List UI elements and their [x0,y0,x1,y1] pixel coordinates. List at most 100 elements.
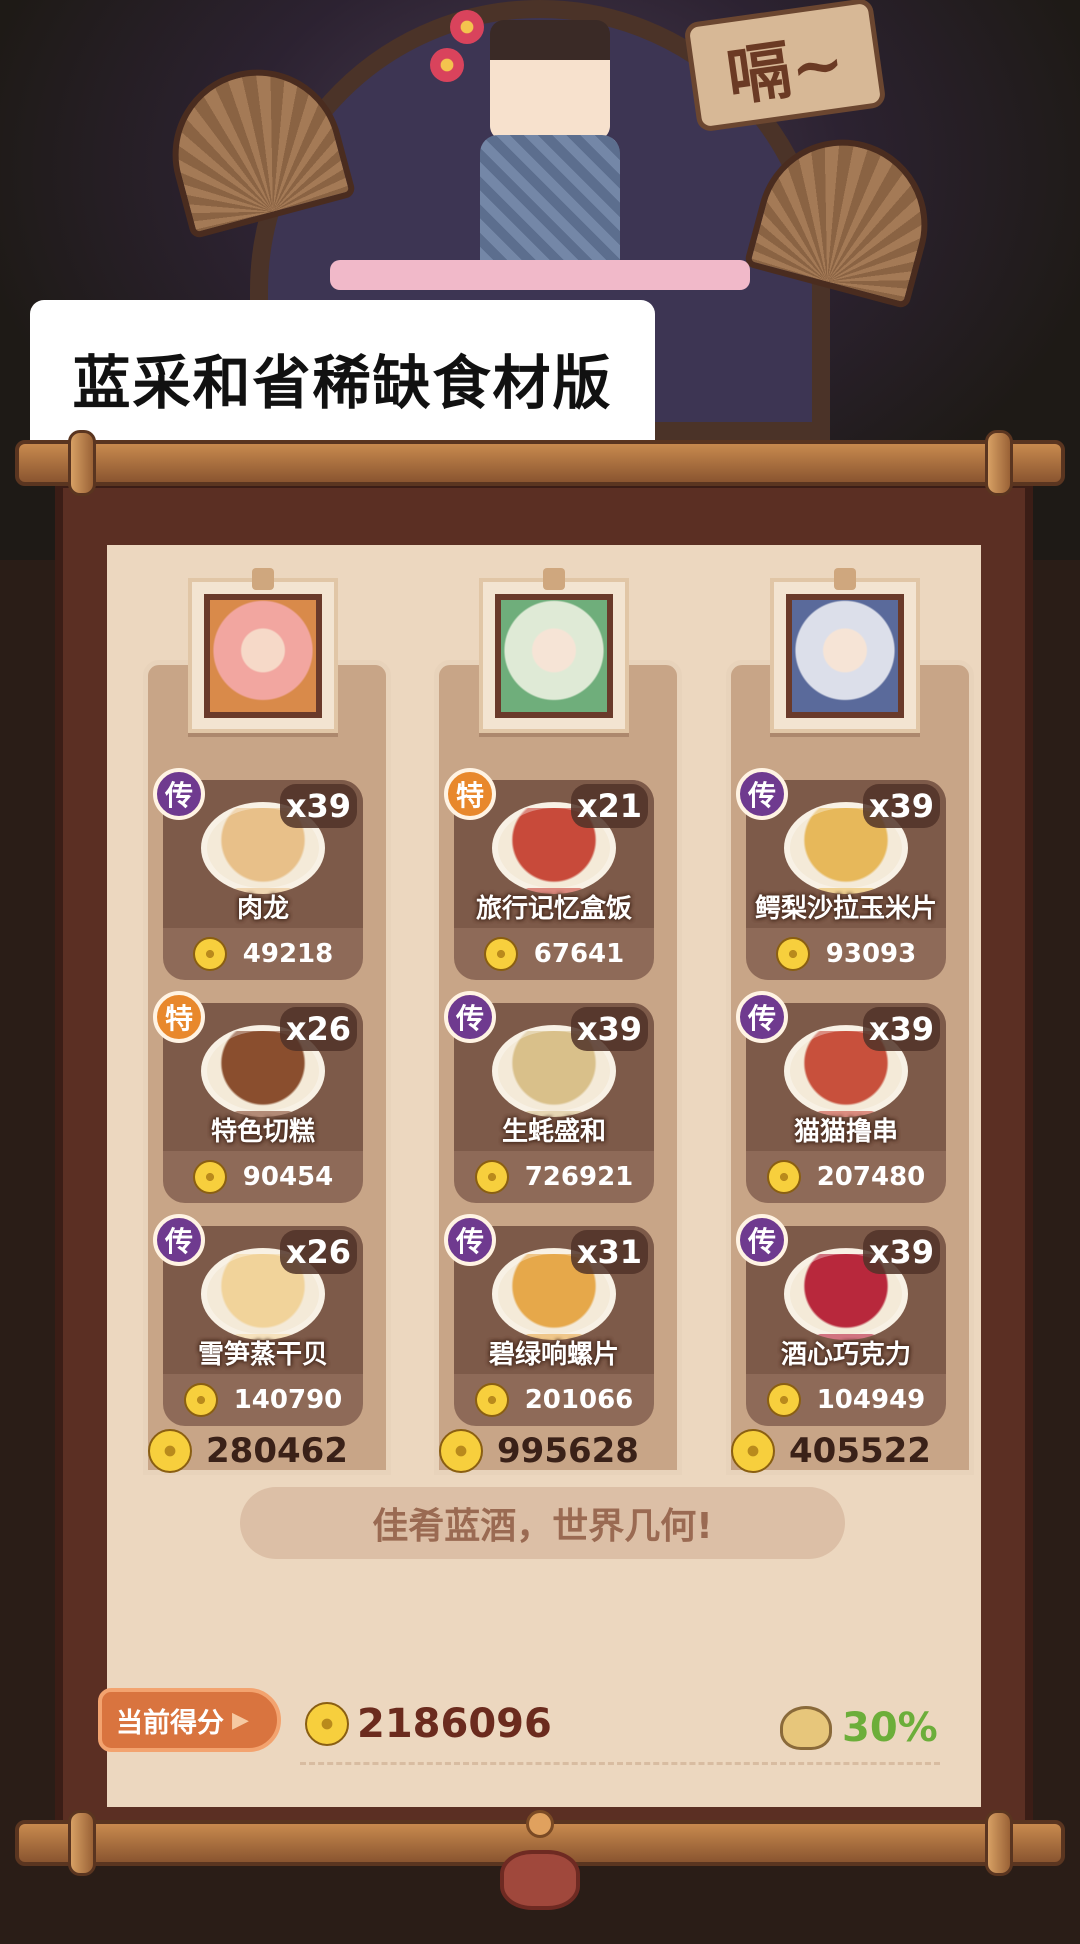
dish-name: 肉龙 [236,894,289,924]
coin-icon [766,1160,801,1194]
dish-quantity: x39 [862,1007,940,1051]
coin-icon [775,937,810,971]
dish-name: 生蚝盛和 [501,1117,606,1147]
rarity-badge: 特 [444,768,496,820]
dish-card[interactable]: 传 x39 肉龙 49218 [153,768,363,980]
dish-name: 酒心巧克力 [780,1340,911,1370]
dish-name: 雪笋蒸干贝 [197,1340,328,1370]
coin-icon [474,1160,509,1194]
dish-name: 特色切糕 [210,1117,315,1147]
divider [300,1762,940,1765]
column-total-value: 280462 [206,1431,348,1471]
dish-price-row: 104949 [746,1374,946,1426]
dish-price-row: 726921 [454,1151,654,1203]
dish-quantity: x31 [570,1230,648,1274]
portrait-image [204,594,322,718]
dish-card[interactable]: 传 x39 猫猫撸串 207480 [736,991,946,1203]
dish-price: 49218 [242,939,334,969]
column-total-value: 405522 [789,1431,931,1471]
dish-card[interactable]: 特 x21 旅行记忆盒饭 67641 [444,768,654,980]
coin-icon [183,1383,218,1417]
dish-price-row: 140790 [163,1374,363,1426]
column-total: 405522 [731,1427,951,1475]
rarity-badge: 传 [736,768,788,820]
dish-card[interactable]: 特 x26 特色切糕 90454 [153,991,363,1203]
play-arrow-icon: ▶ [232,1707,249,1733]
rarity-badge: 传 [444,1214,496,1266]
rarity-badge: 传 [736,1214,788,1266]
dish-quantity: x39 [862,1230,940,1274]
bonus-percent: 30% [780,1700,938,1756]
coin-icon [439,1429,483,1473]
dish-price: 726921 [524,1162,634,1192]
dish-card[interactable]: 传 x26 雪笋蒸干贝 140790 [153,1214,363,1426]
bonus-percent-value: 30% [842,1705,938,1751]
dish-price-row: 67641 [454,928,654,980]
character-portrait[interactable] [770,568,920,733]
rarity-badge: 传 [444,991,496,1043]
dish-price: 104949 [816,1385,926,1415]
current-score-label: 当前得分 ▶ [98,1688,281,1752]
dish-card[interactable]: 传 x39 生蚝盛和 726921 [444,991,654,1203]
rarity-badge: 传 [736,991,788,1043]
character-head [490,20,610,140]
dish-quantity: x39 [862,784,940,828]
page-title: 蓝采和省稀缺食材版 [72,349,613,417]
score-value: 2186096 [357,1701,552,1747]
dish-quantity: x39 [570,1007,648,1051]
flower-icon [450,10,484,44]
rod-cap [985,1810,1013,1876]
dish-price: 140790 [233,1385,343,1415]
scroll-rod-top [15,440,1065,486]
pin-icon [834,568,856,590]
coin-icon [766,1383,801,1417]
rarity-badge: 传 [153,768,205,820]
rod-cap [985,430,1013,496]
coin-icon [192,1160,227,1194]
rarity-badge: 传 [153,1214,205,1266]
portrait-image [786,594,904,718]
rarity-badge: 特 [153,991,205,1043]
pin-icon [252,568,274,590]
dish-card[interactable]: 传 x39 酒心巧克力 104949 [736,1214,946,1426]
dish-name: 旅行记忆盒饭 [475,894,632,924]
column-total-value: 995628 [497,1431,639,1471]
dish-name: 碧绿响螺片 [488,1340,619,1370]
dish-price: 93093 [825,939,917,969]
dish-name: 鳄梨沙拉玉米片 [754,894,937,924]
bead [526,1810,554,1838]
dish-price: 67641 [533,939,625,969]
dish-price: 207480 [816,1162,926,1192]
score-label-text: 当前得分 [116,1707,224,1739]
dish-card[interactable]: 传 x39 鳄梨沙拉玉米片 93093 [736,768,946,980]
sign-text: 嗝~ [722,25,850,116]
coin-icon [731,1429,775,1473]
coin-icon [148,1429,192,1473]
current-score: 2186096 [305,1696,552,1752]
dish-card[interactable]: 传 x31 碧绿响螺片 201066 [444,1214,654,1426]
slogan-text: 佳肴蓝酒，世界几何! [372,1506,713,1547]
coin-icon [192,937,227,971]
dish-price-row: 201066 [454,1374,654,1426]
column-total: 995628 [439,1427,659,1475]
coin-icon [305,1702,349,1746]
coin-icon [474,1383,509,1417]
dish-price-row: 90454 [163,1151,363,1203]
chef-character [430,0,630,275]
dish-name: 猫猫撸串 [793,1117,898,1147]
dish-quantity: x21 [570,784,648,828]
character-portrait[interactable] [479,568,629,733]
character-portrait[interactable] [188,568,338,733]
rod-cap [68,430,96,496]
dish-price: 90454 [242,1162,334,1192]
portrait-image [495,594,613,718]
character-body [480,135,620,275]
dish-price: 201066 [524,1385,634,1415]
dish-price-row: 49218 [163,928,363,980]
tassel-knot-icon [490,1810,590,1944]
knot [500,1850,580,1910]
dish-price-row: 93093 [746,928,946,980]
dish-quantity: x39 [279,784,357,828]
dish-quantity: x26 [279,1007,357,1051]
rod-cap [68,1810,96,1876]
